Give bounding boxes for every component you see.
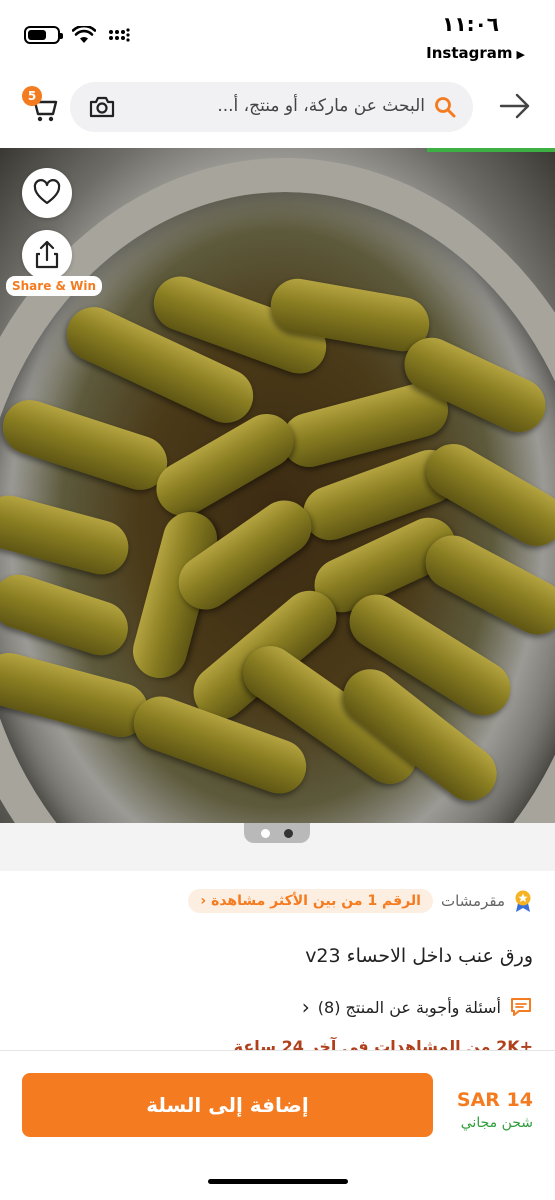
- back-to-app[interactable]: Instagram ▶: [426, 44, 525, 62]
- share-icon: [35, 240, 59, 269]
- search-bar[interactable]: البحث عن ماركة، أو منتج، أ...: [70, 82, 473, 132]
- qa-link[interactable]: أسئلة وأجوبة عن المنتج (8) ‹: [302, 995, 533, 1019]
- back-arrow-icon[interactable]: [499, 92, 531, 120]
- medal-icon: [515, 890, 531, 912]
- chat-icon: [511, 998, 531, 1016]
- carousel-area: [0, 823, 555, 871]
- carousel-dot-1[interactable]: [261, 828, 270, 838]
- play-icon: ▶: [516, 48, 525, 61]
- cart-count-badge: 5: [22, 86, 42, 106]
- camera-search-icon[interactable]: [88, 94, 116, 120]
- qa-label: أسئلة وأجوبة عن المنتج (8): [317, 997, 501, 1017]
- brand-row: مقرمشات الرقم 1 من بين الأكثر مشاهدة ‹: [188, 889, 533, 913]
- rank-badge[interactable]: الرقم 1 من بين الأكثر مشاهدة ‹: [188, 889, 433, 913]
- header: 5 البحث عن ماركة، أو منتج، أ...: [0, 76, 555, 138]
- signal-icon: [109, 28, 130, 42]
- carousel-dot-2[interactable]: [284, 828, 293, 838]
- heart-icon: [33, 179, 61, 205]
- add-to-cart-button[interactable]: إضافة إلى السلة: [22, 1073, 433, 1137]
- wifi-icon: [72, 26, 96, 43]
- product-title: ورق عنب داخل الاحساء v23: [305, 945, 533, 967]
- price: SAR 14: [456, 1089, 533, 1111]
- favorite-button[interactable]: [22, 168, 72, 218]
- share-and-win-label[interactable]: Share & Win: [6, 276, 103, 296]
- bottom-purchase-bar: إضافة إلى السلة SAR 14 شحن مجاني: [0, 1050, 555, 1200]
- chevron-left-icon: ‹: [200, 893, 207, 909]
- rank-badge-label: الرقم 1 من بين الأكثر مشاهدة: [211, 893, 421, 909]
- battery-icon: [24, 26, 63, 44]
- cart-button[interactable]: 5: [22, 86, 62, 126]
- free-shipping-label: شحن مجاني: [460, 1115, 533, 1131]
- brand-name[interactable]: مقرمشات: [441, 892, 505, 910]
- product-image[interactable]: [0, 148, 555, 823]
- home-indicator[interactable]: [208, 1179, 348, 1184]
- product-info: مقرمشات الرقم 1 من بين الأكثر مشاهدة ‹ و…: [0, 871, 555, 1051]
- chevron-left-icon: ‹: [301, 995, 310, 1019]
- carousel-indicator: [244, 823, 310, 843]
- share-button[interactable]: [22, 230, 72, 280]
- search-icon: [435, 97, 456, 118]
- system-icons: [24, 26, 130, 44]
- status-bar: ١١:٠٦ Instagram ▶: [0, 0, 555, 70]
- search-placeholder: البحث عن ماركة، أو منتج، أ...: [217, 96, 425, 116]
- back-app-label: Instagram: [426, 44, 513, 62]
- clock: ١١:٠٦: [442, 12, 499, 36]
- views-note: +2K من المشاهدات في آخر 24 ساعة: [233, 1037, 533, 1051]
